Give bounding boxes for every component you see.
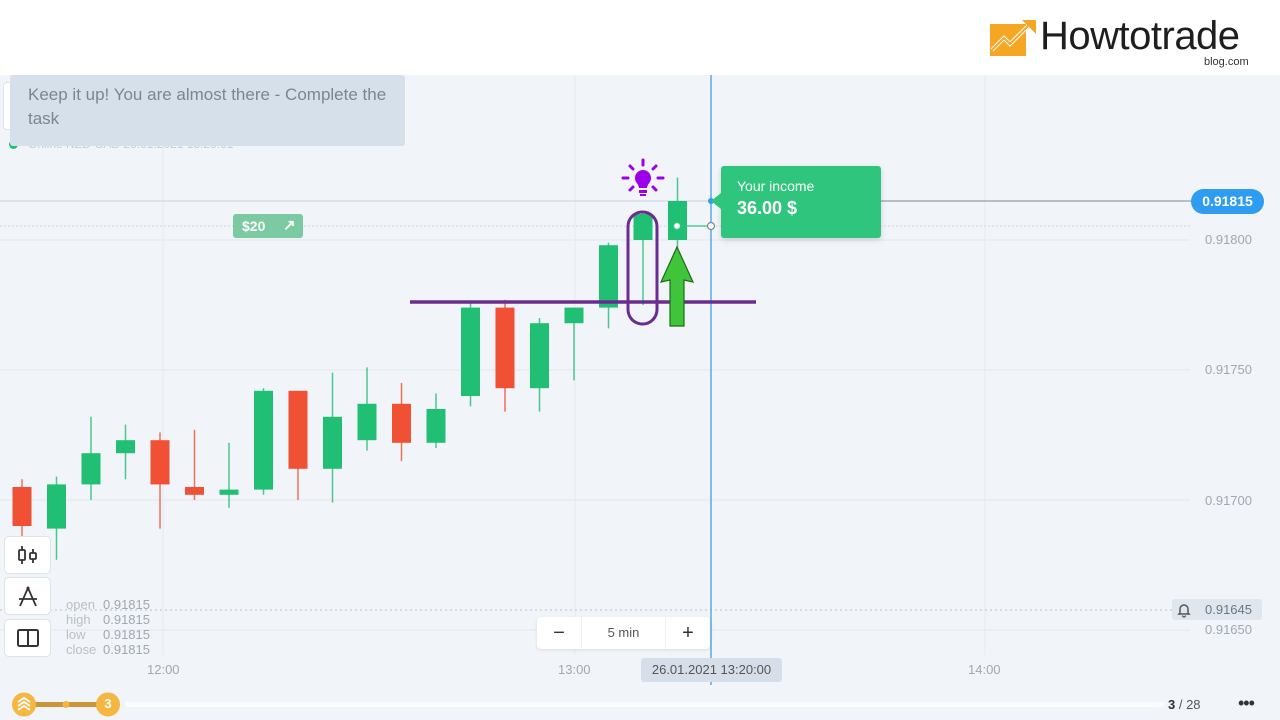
rising-chart-logo-icon: [990, 20, 1036, 56]
task-toast: Keep it up! You are almost there - Compl…: [10, 75, 405, 146]
bet-amount: $20: [242, 218, 266, 234]
candle-body: [668, 201, 687, 240]
progress-track: [125, 702, 1165, 707]
candle-body: [461, 307, 480, 396]
expiry-marker: [706, 221, 716, 231]
y-tick-label: 0.91650: [1205, 622, 1252, 637]
candle-body: [495, 307, 515, 389]
split-view-icon: [17, 629, 39, 647]
candle-body: [426, 409, 446, 443]
candle-body: [288, 390, 308, 469]
alert-value: 0.91645: [1205, 602, 1252, 617]
zoom-in-button[interactable]: +: [665, 617, 710, 649]
y-tick-label: 0.91800: [1205, 232, 1252, 247]
x-tick-label: 12:00: [147, 662, 180, 677]
level-number: 3: [104, 696, 112, 711]
candle-body: [323, 416, 342, 469]
income-label: Your income: [737, 178, 815, 194]
candlestick-icon: [18, 546, 37, 564]
time-cursor-label: 26.01.2021 13:20:00: [641, 658, 782, 682]
arrow-up-right-icon: ↗: [283, 217, 296, 234]
ohlc-readout: open 0.91815 high 0.91815 low 0.91815 close…: [66, 597, 150, 657]
timeframe-value: 5 min: [607, 625, 640, 640]
current-price-tag: 0.91815: [1191, 189, 1264, 214]
compass-icon: [19, 586, 37, 607]
timeframe-control: − 5 min +: [537, 617, 710, 649]
candle-body: [185, 487, 204, 495]
top-bar: Howtotrade blog.com: [0, 0, 1280, 75]
levels-icon: [12, 692, 36, 717]
trading-screen: Howtotrade blog.com Online NZD-CAD 26.01…: [0, 0, 1280, 720]
entry-marker: [672, 221, 682, 231]
candle-body: [116, 440, 135, 454]
ohlc-low: low 0.91815: [66, 627, 150, 642]
candle-body: [81, 453, 101, 485]
y-tick-label: 0.91700: [1205, 493, 1252, 508]
candle-body: [219, 489, 239, 495]
toast-message: Keep it up! You are almost there - Compl…: [28, 85, 387, 128]
logo-text: Howtotrade: [1040, 14, 1240, 58]
y-tick-label: 0.91750: [1205, 362, 1252, 377]
ohlc-high: high 0.91815: [66, 612, 150, 627]
candle-body: [357, 403, 377, 441]
bet-amount-tag[interactable]: $20 ↗: [233, 214, 303, 238]
candle-body: [12, 487, 32, 526]
howtotrade-logo: Howtotrade blog.com: [990, 12, 1270, 72]
more-options-button[interactable]: •••: [1238, 693, 1255, 714]
candle-body: [633, 214, 653, 240]
x-tick-label: 14:00: [968, 662, 1001, 677]
layout-button[interactable]: [4, 619, 51, 657]
candle-body: [599, 245, 618, 308]
up-arrow-icon: [659, 245, 695, 327]
lightbulb-icon: [621, 158, 665, 196]
x-tick-label: 13:00: [558, 662, 591, 677]
ohlc-close: close 0.91815: [66, 642, 150, 657]
income-value: 36.00 $: [737, 198, 798, 218]
page-counter: 3 / 28: [1168, 697, 1201, 712]
logo-subtext: blog.com: [1204, 56, 1249, 68]
candle-body: [47, 484, 66, 529]
income-tooltip: Your income 36.00 $: [711, 166, 881, 238]
ohlc-open: open 0.91815: [66, 597, 150, 612]
candle-body: [530, 323, 549, 389]
bell-icon[interactable]: [1176, 602, 1192, 618]
drawing-tools-button[interactable]: [4, 577, 51, 615]
candle-body: [392, 403, 411, 443]
candle-body: [150, 440, 170, 485]
chart-type-button[interactable]: [4, 536, 51, 574]
candle-body: [254, 390, 273, 490]
candle-body: [564, 307, 584, 324]
zoom-out-button[interactable]: −: [537, 617, 582, 649]
